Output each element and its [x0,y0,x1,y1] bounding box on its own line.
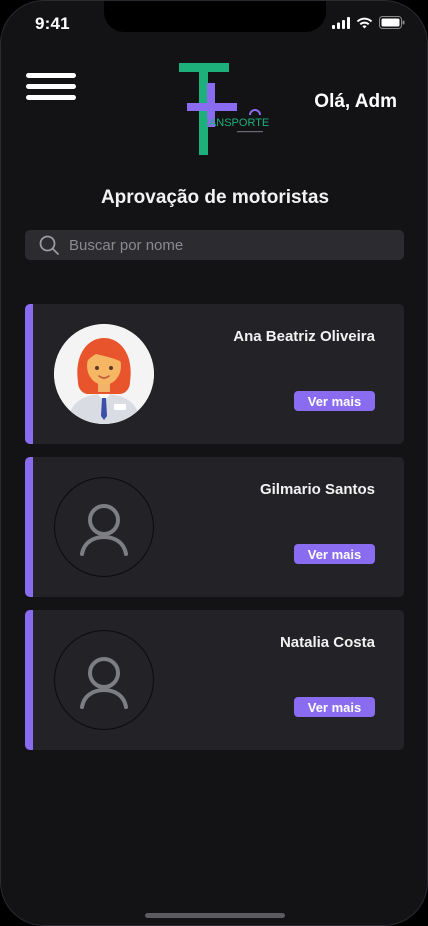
app-logo: RANSPORTE [179,63,269,155]
driver-name: Gilmario Santos [259,481,375,498]
page-title: Aprovação de motoristas [100,187,330,208]
driver-card[interactable]: Natalia Costa Ver mais [25,610,404,750]
woman-avatar-icon [54,324,154,424]
view-more-button[interactable]: Ver mais [294,544,375,564]
phone-screen: 9:41 RANSPORTE Olá, Adm Aprovação de mot… [0,0,428,926]
view-more-button[interactable]: Ver mais [294,391,375,411]
person-placeholder-icon [54,477,154,577]
card-accent [25,610,33,750]
search-input[interactable] [67,235,371,255]
menu-button[interactable] [26,73,76,103]
driver-name: Natalia Costa [279,634,375,651]
cellular-signal-icon [332,16,350,29]
card-accent [25,457,33,597]
logo-text: RANSPORTE [201,117,269,129]
card-accent [25,304,33,444]
driver-card[interactable]: Ana Beatriz Oliveira Ver mais [25,304,404,444]
search-bar[interactable] [25,230,404,260]
status-icons [332,16,405,29]
wifi-icon [356,17,373,28]
menu-icon-line [26,95,76,100]
greeting: Olá, Adm [314,91,397,112]
driver-name: Ana Beatriz Oliveira [233,328,375,345]
person-placeholder-icon [54,630,154,730]
view-more-button[interactable]: Ver mais [294,697,375,717]
driver-card[interactable]: Gilmario Santos Ver mais [25,457,404,597]
device-notch [104,1,326,32]
battery-icon [379,16,405,29]
home-indicator[interactable] [145,913,285,918]
menu-icon-line [26,84,76,89]
menu-icon [26,73,76,78]
status-time: 9:41 [35,14,70,33]
search-icon [39,235,59,255]
